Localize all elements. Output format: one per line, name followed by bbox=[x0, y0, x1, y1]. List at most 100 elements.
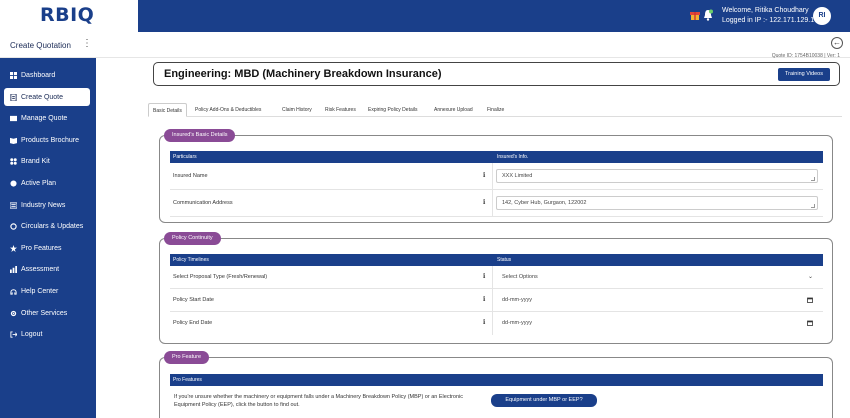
tab-claim-history[interactable]: Claim History bbox=[278, 103, 316, 117]
proposal-type-select[interactable]: Select Options ⌄ bbox=[496, 270, 818, 284]
resize-handle-icon[interactable] bbox=[811, 177, 815, 181]
pro-feature-section: Pro Feature Pro Features If you're unsur… bbox=[159, 351, 833, 418]
bell-icon[interactable] bbox=[703, 9, 713, 21]
column-divider bbox=[492, 163, 493, 189]
welcome-text: Welcome, Ritika Choudhary bbox=[722, 7, 809, 14]
pro-feature-text: Equipment Policy (EEP), click the button… bbox=[174, 402, 300, 408]
column-header: Pro Features bbox=[173, 377, 202, 383]
dashboard-icon bbox=[10, 71, 17, 79]
column-header: Particulars bbox=[173, 154, 197, 160]
column-header: Insured's Info. bbox=[497, 154, 529, 160]
sidebar: Dashboard Create Quote Manage Quote Prod… bbox=[0, 58, 96, 418]
policy-continuity-section: Policy Continuity Policy Timelines Statu… bbox=[159, 232, 833, 344]
table-header: Policy Timelines Status bbox=[170, 254, 823, 266]
sidebar-item-brand-kit[interactable]: Brand Kit bbox=[4, 152, 90, 170]
assessment-icon bbox=[10, 265, 17, 273]
services-icon bbox=[10, 310, 17, 316]
table-row: Communication Address i 142, Cyber Hub, … bbox=[170, 190, 823, 217]
row-label: Insured Name bbox=[173, 173, 208, 179]
brand-kit-icon bbox=[10, 157, 17, 165]
sidebar-item-manage-quote[interactable]: Manage Quote bbox=[4, 109, 90, 127]
sidebar-item-label: Logout bbox=[21, 330, 43, 338]
column-header: Policy Timelines bbox=[173, 257, 209, 263]
tab-finalize[interactable]: Finalize bbox=[483, 103, 508, 117]
section-title: Insured's Basic Details bbox=[164, 129, 236, 142]
logo-area: RBIQ bbox=[0, 0, 138, 32]
insured-name-field[interactable]: XXX Limited bbox=[496, 169, 818, 183]
sidebar-item-logout[interactable]: Logout bbox=[4, 325, 90, 343]
table-row: Policy Start Date i dd-mm-yyyy bbox=[170, 289, 823, 312]
sidebar-item-label: Other Services bbox=[21, 309, 68, 317]
insured-details-section: Insured's Basic Details Particulars Insu… bbox=[159, 129, 833, 223]
app-logo[interactable]: RBIQ bbox=[40, 4, 94, 26]
active-plan-icon bbox=[10, 179, 17, 187]
sidebar-item-label: Assessment bbox=[21, 265, 60, 273]
sidebar-item-label: Create Quote bbox=[21, 93, 64, 101]
info-icon[interactable]: i bbox=[483, 172, 485, 179]
communication-address-field[interactable]: 142, Cyber Hub, Gurgaon, 122002 bbox=[496, 196, 818, 210]
resize-handle-icon[interactable] bbox=[811, 204, 815, 208]
info-icon[interactable]: i bbox=[483, 319, 485, 326]
sidebar-item-label: Brand Kit bbox=[21, 157, 50, 165]
back-arrow-icon[interactable]: ← bbox=[831, 37, 843, 49]
sidebar-item-pro-features[interactable]: Pro Features bbox=[4, 239, 90, 257]
logged-ip-text: Logged in IP :- 122.171.129.178 bbox=[722, 17, 822, 24]
sidebar-item-help-center[interactable]: Help Center bbox=[4, 282, 90, 300]
brochure-icon bbox=[10, 137, 17, 144]
kebab-menu-icon[interactable]: ⋮ bbox=[82, 38, 92, 50]
info-icon[interactable]: i bbox=[483, 199, 485, 206]
tab-expiring-policy[interactable]: Expiring Policy Details bbox=[364, 103, 421, 117]
row-label: Communication Address bbox=[173, 200, 233, 206]
sidebar-item-circulars[interactable]: Circulars & Updates bbox=[4, 217, 90, 235]
gift-icon[interactable] bbox=[690, 9, 700, 21]
table-row: Insured Name i XXX Limited bbox=[170, 163, 823, 190]
section-title: Policy Continuity bbox=[164, 232, 221, 245]
column-header: Status bbox=[497, 257, 512, 263]
training-videos-button[interactable]: Training Videos bbox=[778, 68, 830, 81]
sidebar-item-active-plan[interactable]: Active Plan bbox=[4, 174, 90, 192]
sidebar-item-dashboard[interactable]: Dashboard bbox=[4, 66, 90, 84]
chevron-down-icon: ⌄ bbox=[807, 274, 813, 280]
row-label: Select Proposal Type (Fresh/Renewal) bbox=[173, 274, 268, 280]
row-label: Policy Start Date bbox=[173, 297, 214, 303]
table-header: Pro Features bbox=[170, 374, 823, 386]
policy-end-date-input[interactable]: dd-mm-yyyy bbox=[496, 316, 818, 330]
column-divider bbox=[492, 289, 493, 311]
avatar[interactable]: RI bbox=[813, 7, 831, 25]
sidebar-item-create-quote[interactable]: Create Quote bbox=[4, 88, 90, 106]
tab-risk-features[interactable]: Risk Features bbox=[321, 103, 360, 117]
sidebar-item-products-brochure[interactable]: Products Brochure bbox=[4, 131, 90, 149]
pro-feature-text: If you're unsure whether the machinery o… bbox=[174, 394, 464, 400]
info-icon[interactable]: i bbox=[483, 273, 485, 280]
sidebar-item-industry-news[interactable]: Industry News bbox=[4, 196, 90, 214]
page-title-card: Engineering: MBD (Machinery Breakdown In… bbox=[153, 62, 840, 86]
row-label: Policy End Date bbox=[173, 320, 213, 326]
tab-annexure-upload[interactable]: Annexure Upload bbox=[430, 103, 477, 117]
table-row: Policy End Date i dd-mm-yyyy bbox=[170, 312, 823, 335]
tab-policy-addons[interactable]: Policy Add-Ons & Deductibles bbox=[191, 103, 265, 117]
pro-features-icon bbox=[10, 244, 17, 252]
sidebar-item-label: Manage Quote bbox=[21, 114, 68, 122]
sidebar-item-other-services[interactable]: Other Services bbox=[4, 304, 90, 322]
calendar-icon[interactable] bbox=[807, 320, 813, 326]
policy-start-date-input[interactable]: dd-mm-yyyy bbox=[496, 293, 818, 307]
quote-id-text: Quote ID: 1754B10038 | Ver: 1 bbox=[771, 53, 840, 59]
column-divider bbox=[492, 190, 493, 216]
page-title: Engineering: MBD (Machinery Breakdown In… bbox=[164, 68, 442, 80]
sidebar-item-assessment[interactable]: Assessment bbox=[4, 260, 90, 278]
circulars-icon bbox=[10, 222, 17, 230]
section-title: Pro Feature bbox=[164, 351, 210, 364]
table-header: Particulars Insured's Info. bbox=[170, 151, 823, 163]
calendar-icon[interactable] bbox=[807, 297, 813, 303]
help-icon bbox=[10, 288, 17, 295]
news-icon bbox=[10, 201, 17, 209]
sidebar-item-label: Circulars & Updates bbox=[21, 222, 84, 230]
equipment-check-button[interactable]: Equipment under MBP or EEP? bbox=[491, 394, 597, 407]
column-divider bbox=[492, 266, 493, 288]
sidebar-item-label: Pro Features bbox=[21, 244, 62, 252]
create-quotation-title: Create Quotation bbox=[10, 41, 71, 50]
tab-basic-details[interactable]: Basic Details bbox=[148, 103, 187, 117]
info-icon[interactable]: i bbox=[483, 296, 485, 303]
sidebar-item-label: Dashboard bbox=[21, 71, 56, 79]
create-quote-icon bbox=[10, 93, 17, 101]
